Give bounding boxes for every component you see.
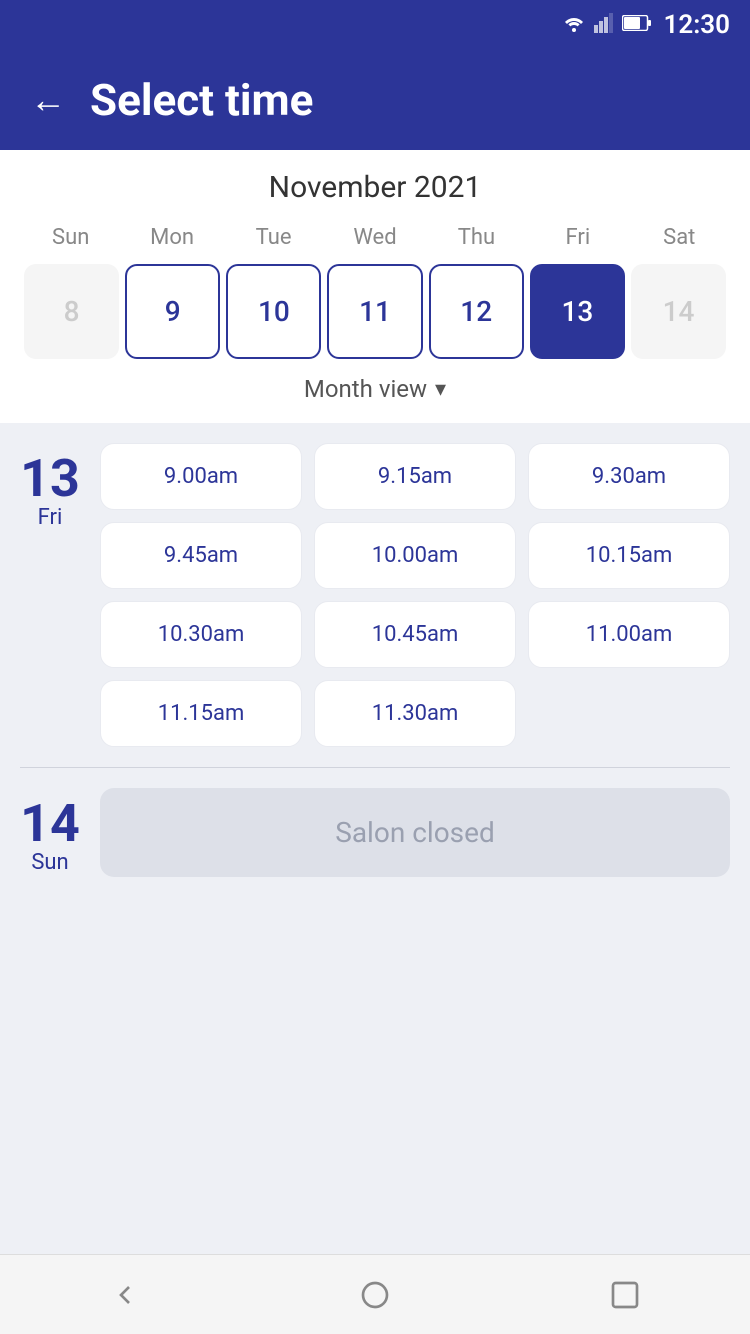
battery-icon [622,15,652,36]
weekday-wed: Wed [324,221,425,254]
month-view-label: Month view [304,375,427,403]
calendar-section: November 2021 Sun Mon Tue Wed Thu Fri Sa… [0,150,750,423]
day-label-13: 13 Fri [20,443,80,747]
time-grid-13: 9.00am 9.15am 9.30am 9.45am 10.00am 10.1… [100,443,730,747]
salon-closed-message: Salon closed [100,788,730,877]
time-slot-10-00am[interactable]: 10.00am [314,522,516,589]
status-time: 12:30 [664,10,731,40]
wifi-icon [562,14,586,37]
time-slot-11-00am[interactable]: 11.00am [528,601,730,668]
chevron-down-icon: ▾ [435,377,446,402]
weekday-tue: Tue [223,221,324,254]
nav-back-button[interactable] [100,1270,150,1320]
month-view-toggle[interactable]: Month view ▾ [20,359,730,413]
date-cell-14[interactable]: 14 [631,264,726,359]
weekday-sun: Sun [20,221,121,254]
weekday-sat: Sat [629,221,730,254]
day-block-14: 14 Sun Salon closed [20,788,730,877]
weekday-mon: Mon [121,221,222,254]
weekdays-row: Sun Mon Tue Wed Thu Fri Sat [20,221,730,254]
date-cell-10[interactable]: 10 [226,264,321,359]
time-slot-9-15am[interactable]: 9.15am [314,443,516,510]
time-slot-10-45am[interactable]: 10.45am [314,601,516,668]
status-icons [562,13,652,38]
time-slot-9-30am[interactable]: 9.30am [528,443,730,510]
signal-icon [594,13,614,38]
time-slot-11-15am[interactable]: 11.15am [100,680,302,747]
time-slot-9-45am[interactable]: 9.45am [100,522,302,589]
time-slot-10-30am[interactable]: 10.30am [100,601,302,668]
date-cell-12[interactable]: 12 [429,264,524,359]
nav-bar [0,1254,750,1334]
dates-row: 8 9 10 11 12 13 14 [20,264,730,359]
weekday-thu: Thu [426,221,527,254]
date-cell-11[interactable]: 11 [327,264,422,359]
back-button[interactable]: ← [30,79,66,121]
day-number-13: 13 [20,453,80,505]
day-label-14: 14 Sun [20,788,80,877]
time-slot-10-15am[interactable]: 10.15am [528,522,730,589]
app-header: ← Select time [0,50,750,150]
nav-recent-button[interactable] [600,1270,650,1320]
status-bar: 12:30 [0,0,750,50]
date-cell-13[interactable]: 13 [530,264,625,359]
nav-home-button[interactable] [350,1270,400,1320]
time-slots-section: 13 Fri 9.00am 9.15am 9.30am 9.45am 10.00… [0,423,750,1254]
weekday-fri: Fri [527,221,628,254]
time-slot-9-00am[interactable]: 9.00am [100,443,302,510]
page-title: Select time [90,74,313,126]
time-slot-11-30am[interactable]: 11.30am [314,680,516,747]
date-cell-8[interactable]: 8 [24,264,119,359]
divider [20,767,730,768]
date-cell-9[interactable]: 9 [125,264,220,359]
day-name-14: Sun [31,850,68,875]
day-block-13: 13 Fri 9.00am 9.15am 9.30am 9.45am 10.00… [20,443,730,747]
day-number-14: 14 [20,798,80,850]
month-label: November 2021 [20,170,730,205]
day-name-13: Fri [38,505,63,530]
